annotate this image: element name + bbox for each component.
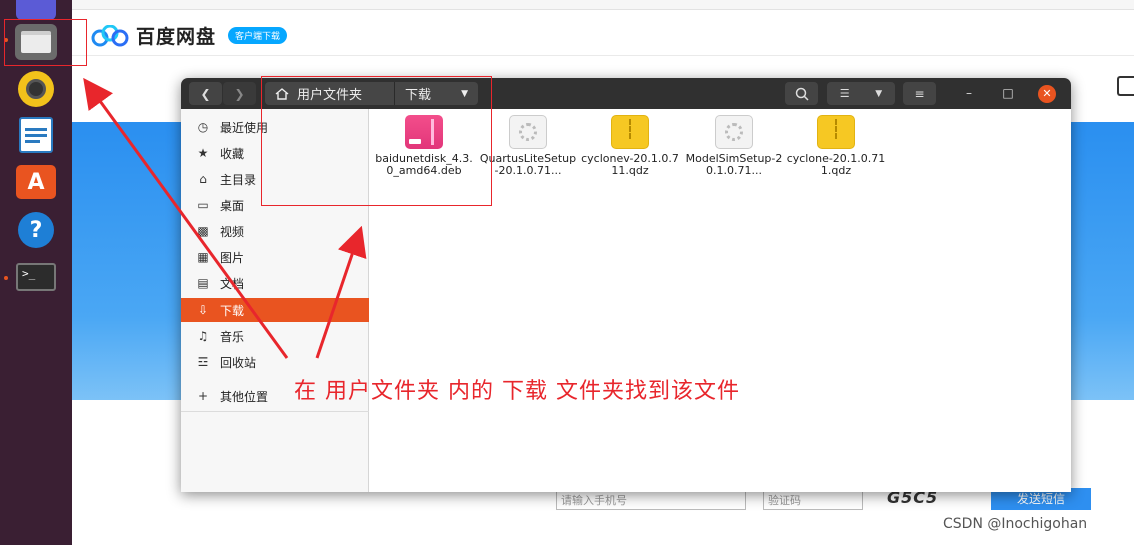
browser-top-strip — [72, 0, 1134, 10]
client-download-badge[interactable]: 客户端下载 — [228, 27, 288, 44]
sidebar-item[interactable]: ♫ 音乐 — [181, 324, 369, 348]
maximize-button[interactable]: □ — [999, 84, 1017, 102]
sidebar-item[interactable]: ▦ 图片 — [181, 245, 369, 269]
file-item[interactable]: cyclonev-20.1.0.711.qdz — [580, 115, 680, 177]
csdn-watermark: CSDN @Inochigohan — [943, 516, 1088, 532]
executable-gear-icon — [715, 115, 753, 149]
baidu-header: 百度网盘 客户端下载 — [72, 10, 1134, 56]
search-button[interactable] — [785, 82, 818, 105]
hamburger-icon: ≡ — [914, 86, 925, 101]
sidebar-item-label: 音乐 — [220, 329, 245, 344]
monitor-icon[interactable] — [1117, 76, 1134, 96]
file-name: QuartusLiteSetup-20.1.0.71... — [479, 152, 577, 177]
archive-icon — [817, 115, 855, 149]
sidebar-item-label: 文档 — [220, 276, 245, 291]
software-center-icon[interactable]: A — [13, 162, 59, 202]
star-icon: ★ — [197, 146, 209, 160]
file-name: ModelSimSetup-20.1.0.71... — [685, 152, 783, 177]
brand-name: 百度网盘 — [136, 26, 217, 48]
clock-icon: ◷ — [197, 120, 209, 134]
view-toggle-button[interactable]: ☰ ▼ — [827, 82, 895, 105]
help-icon[interactable]: ? — [13, 210, 59, 250]
annotation-box-file — [261, 76, 492, 206]
sidebar-item-label: 视频 — [220, 224, 245, 239]
rhythmbox-icon[interactable] — [13, 69, 59, 109]
sidebar-item[interactable]: ⇩ 下载 — [181, 298, 369, 322]
menu-button[interactable]: ≡ — [903, 82, 936, 105]
annotation-box-files-app — [4, 19, 87, 66]
file-name: cyclonev-20.1.0.711.qdz — [581, 152, 679, 177]
file-item[interactable]: cyclone-20.1.0.711.qdz — [786, 115, 886, 177]
file-name: cyclone-20.1.0.711.qdz — [786, 152, 886, 177]
minimize-button[interactable]: – — [960, 84, 978, 102]
sidebar-item-label: 主目录 — [220, 172, 257, 187]
file-item[interactable]: QuartusLiteSetup-20.1.0.71... — [478, 115, 578, 177]
terminal-icon[interactable]: >_ — [13, 257, 59, 297]
trash-icon: ☲ — [197, 355, 209, 369]
ubuntu-dock: A ? >_ — [0, 0, 72, 545]
sidebar-item-label: 桌面 — [220, 198, 245, 213]
baidu-cloud-logo-icon — [91, 24, 129, 46]
back-button[interactable]: ❮ — [189, 82, 222, 105]
plus-icon: + — [197, 389, 209, 403]
annotation-text: 在 用户文件夹 内的 下载 文件夹找到该文件 — [294, 379, 740, 404]
download-icon: ⇩ — [197, 303, 209, 317]
search-icon — [795, 87, 809, 101]
running-indicator — [4, 276, 8, 280]
writer-icon[interactable] — [13, 115, 59, 155]
sidebar-item-label: 其他位置 — [220, 389, 269, 404]
banner-edge-text — [1113, 150, 1134, 380]
home-icon: ⌂ — [199, 172, 207, 186]
image-icon: ▦ — [197, 250, 209, 264]
sidebar-item-label: 图片 — [220, 250, 245, 265]
video-icon: ▩ — [197, 224, 209, 238]
chevron-down-icon: ▼ — [875, 88, 883, 99]
sidebar-item-label: 收藏 — [220, 146, 245, 161]
list-view-icon: ☰ — [839, 87, 850, 100]
desktop-icon: ▭ — [197, 198, 209, 212]
executable-gear-icon — [509, 115, 547, 149]
sidebar-item[interactable]: ▩ 视频 — [181, 219, 369, 243]
chevron-right-icon: ❯ — [234, 86, 245, 101]
file-item[interactable]: ModelSimSetup-20.1.0.71... — [684, 115, 784, 177]
forward-button[interactable]: ❯ — [223, 82, 256, 105]
close-icon: ✕ — [1042, 87, 1052, 100]
sidebar-item[interactable]: ▤ 文档 — [181, 271, 369, 295]
archive-icon — [611, 115, 649, 149]
close-button[interactable]: ✕ — [1038, 85, 1056, 103]
sidebar-item-label: 回收站 — [220, 355, 257, 370]
document-icon: ▤ — [197, 276, 209, 290]
sidebar-item[interactable]: ☲ 回收站 — [181, 350, 369, 374]
chevron-left-icon: ❮ — [200, 86, 211, 101]
sidebar-separator — [181, 411, 369, 412]
music-icon: ♫ — [197, 329, 209, 343]
sidebar-item-label: 下载 — [220, 303, 245, 318]
baidu-brand[interactable]: 百度网盘 客户端下载 — [90, 22, 288, 49]
